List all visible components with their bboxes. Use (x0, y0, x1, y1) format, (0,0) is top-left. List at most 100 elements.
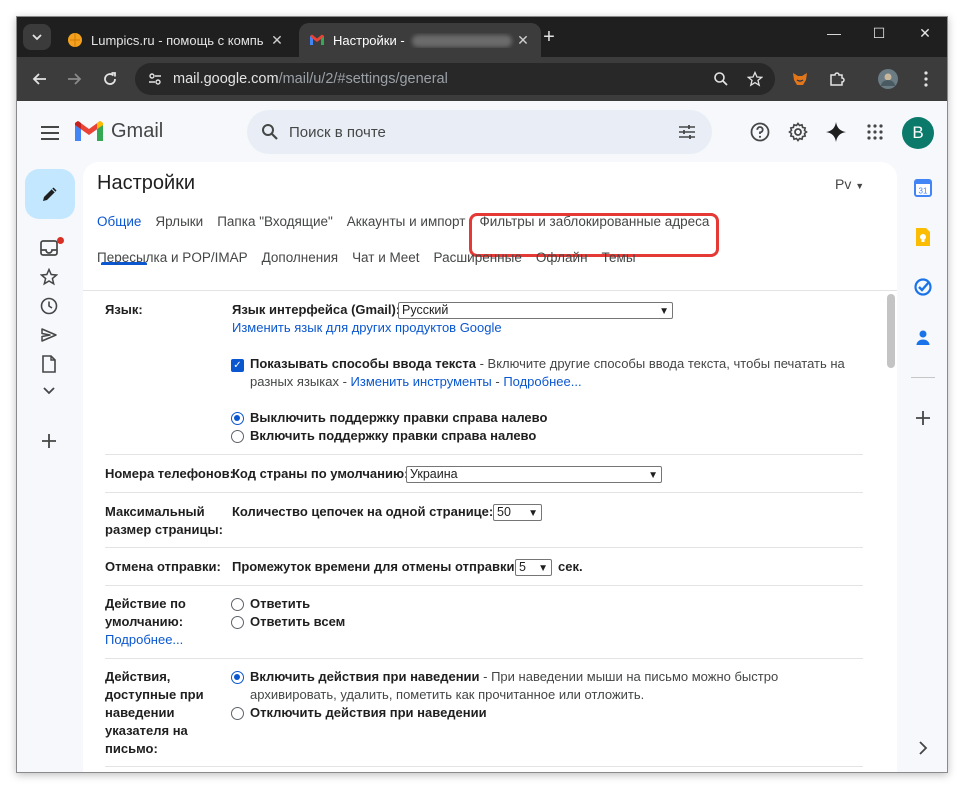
support-button[interactable] (747, 119, 773, 145)
get-addons-button[interactable] (912, 407, 934, 429)
tab-general[interactable]: Общие (97, 214, 141, 229)
more-vert-icon (924, 71, 928, 87)
interface-language-value: Русский (402, 303, 449, 317)
arrow-left-icon (32, 73, 46, 85)
close-tab-icon[interactable]: ✕ (269, 32, 285, 49)
google-apps-button[interactable] (862, 119, 888, 145)
tab-labels[interactable]: Ярлыки (155, 214, 203, 229)
drafts-nav-button[interactable] (38, 353, 60, 375)
country-code-select[interactable]: Украина ▼ (406, 466, 662, 483)
hover-disable-radio[interactable] (231, 707, 244, 720)
tab-offline[interactable]: Офлайн (536, 250, 588, 265)
main-menu-button[interactable] (37, 120, 63, 146)
create-label-button[interactable] (38, 430, 60, 452)
calendar-app-button[interactable]: 31 (912, 177, 934, 199)
input-methods-line1: Показывать способы ввода текста - Включи… (250, 355, 845, 373)
country-code-value: Украина (410, 467, 458, 481)
back-button[interactable] (29, 68, 51, 90)
tab-chat-meet[interactable]: Чат и Meet (352, 250, 419, 265)
rtl-off-radio[interactable] (231, 412, 244, 425)
keep-note-icon (916, 228, 930, 246)
reply-all-radio[interactable] (231, 616, 244, 629)
reload-button[interactable] (99, 68, 121, 90)
hamburger-menu-icon (41, 126, 59, 140)
mail-search[interactable]: Поиск в почте (247, 110, 712, 154)
hover-enable-radio[interactable] (231, 671, 244, 684)
tab-advanced[interactable]: Расширенные (434, 250, 522, 265)
settings-button[interactable] (785, 119, 811, 145)
gmail-wordmark: Gmail (111, 120, 164, 142)
snoozed-nav-button[interactable] (38, 295, 60, 317)
search-options-icon[interactable] (678, 124, 696, 140)
gemini-button[interactable] (823, 119, 849, 145)
reply-radio[interactable] (231, 598, 244, 611)
tab-accounts[interactable]: Аккаунты и импорт (347, 214, 466, 229)
gmail-logo-icon (75, 120, 103, 141)
tab-inbox[interactable]: Папка "Входящие" (217, 214, 333, 229)
change-tools-link[interactable]: Изменить инструменты (351, 374, 492, 389)
tasks-app-button[interactable] (912, 276, 934, 298)
gear-icon (788, 122, 808, 142)
tab-addons[interactable]: Дополнения (262, 250, 338, 265)
more-nav-button[interactable] (38, 380, 60, 402)
row-divider (105, 585, 863, 586)
tab-gmail-settings[interactable]: Настройки - ✕ (299, 23, 541, 57)
new-tab-button[interactable]: + (537, 26, 561, 49)
input-tools-toggle[interactable]: Pv ▼ (835, 176, 864, 192)
metamask-extension-button[interactable] (789, 68, 811, 90)
input-tools-label: Pv (835, 176, 852, 192)
minimize-icon[interactable]: — (820, 25, 848, 41)
gmail-header: Gmail Поиск в почте В (17, 101, 947, 165)
browser-menu-button[interactable] (915, 68, 937, 90)
maximize-icon[interactable]: ☐ (865, 25, 893, 42)
contacts-app-button[interactable] (912, 326, 934, 348)
tab-lumpics[interactable]: Lumpics.ru - помощь с компь ✕ (57, 23, 295, 57)
chevron-down-icon: ▼ (538, 563, 548, 574)
close-window-icon[interactable]: ✕ (911, 25, 939, 42)
input-methods-checkbox[interactable]: ✓ (231, 359, 244, 372)
interface-language-label: Язык интерфейса (Gmail): (232, 302, 401, 317)
gmail-favicon-icon (310, 34, 324, 45)
search-input[interactable]: Поиск в почте (289, 124, 678, 141)
keep-app-button[interactable] (912, 226, 934, 248)
rtl-on-label: Включить поддержку правки справа налево (250, 428, 537, 443)
browser-window: Lumpics.ru - помощь с компь ✕ Настройки … (16, 16, 948, 773)
bookmark-star-icon[interactable] (747, 71, 763, 87)
scrollbar-thumb[interactable] (887, 294, 895, 368)
tab-search-button[interactable] (23, 24, 51, 50)
forward-button[interactable] (63, 68, 85, 90)
close-tab-icon[interactable]: ✕ (515, 32, 531, 49)
fox-extension-icon (793, 73, 807, 85)
default-reply-label-line1: Действие по (105, 596, 186, 611)
hover-enable-desc: - При наведении мыши на письмо можно быс… (479, 669, 779, 684)
zoom-icon[interactable] (713, 71, 729, 87)
compose-button[interactable] (25, 169, 75, 219)
threads-per-page-select[interactable]: 50 ▼ (493, 504, 542, 521)
sent-nav-button[interactable] (38, 324, 60, 346)
reply-all-label: Ответить всем (250, 614, 346, 629)
rtl-on-radio[interactable] (231, 430, 244, 443)
extensions-button[interactable] (826, 68, 848, 90)
dash-separator: - (491, 374, 504, 389)
apps-grid-icon (867, 124, 883, 140)
tab-bar: Lumpics.ru - помощь с компь ✕ Настройки … (17, 17, 947, 57)
url-host: mail.google.com (173, 71, 279, 87)
learn-more-link[interactable]: Подробнее... (503, 374, 581, 389)
input-methods-desc2: разных языках - (250, 374, 351, 389)
change-language-link[interactable]: Изменить язык для других продуктов Googl… (232, 319, 502, 337)
gmail-logo[interactable]: Gmail (75, 120, 163, 143)
profile-avatar[interactable] (877, 68, 899, 90)
show-side-panel-button[interactable] (912, 737, 934, 759)
undo-period-select[interactable]: 5 ▼ (515, 559, 552, 576)
input-methods-label: Показывать способы ввода текста (250, 356, 476, 371)
tab-themes[interactable]: Темы (602, 250, 636, 265)
address-bar[interactable]: mail.google.com/mail/u/2/#settings/gener… (135, 63, 775, 95)
site-info-icon[interactable] (147, 71, 163, 87)
rtl-off-label: Выключить поддержку правки справа налево (250, 410, 548, 425)
account-avatar[interactable]: В (902, 117, 934, 149)
default-reply-more-link[interactable]: Подробнее... (105, 632, 183, 647)
hover-actions-label-line: Действия, (105, 669, 171, 684)
tab-forwarding[interactable]: Пересылка и POP/IMAP (97, 250, 248, 265)
interface-language-select[interactable]: Русский ▼ (398, 302, 673, 319)
starred-nav-button[interactable] (38, 266, 60, 288)
